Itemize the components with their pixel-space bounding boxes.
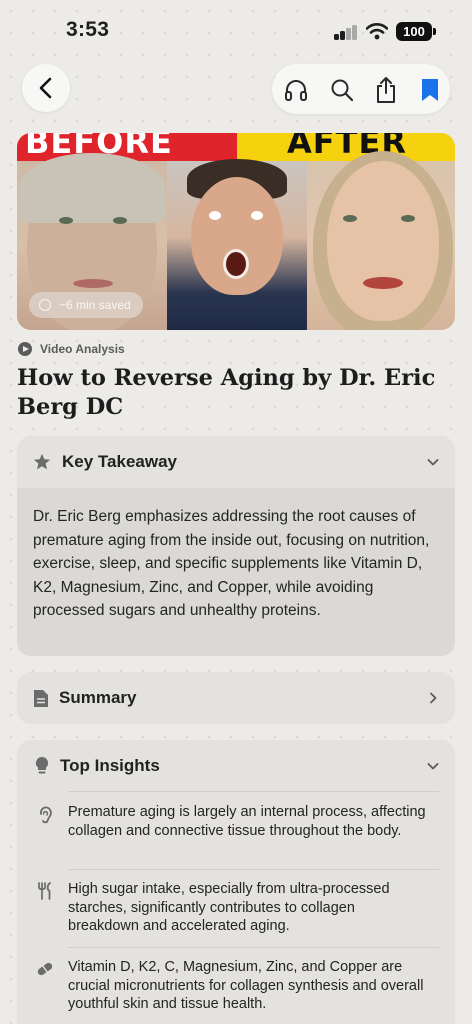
- chevron-down-icon: [427, 459, 439, 466]
- share-button[interactable]: [372, 76, 400, 104]
- star-icon: [33, 453, 51, 470]
- host-face-image: [167, 159, 307, 330]
- insight-text: High sugar intake, especially from ultra…: [68, 881, 390, 934]
- listen-button[interactable]: [282, 76, 310, 104]
- search-icon: [331, 79, 354, 102]
- play-icon: [18, 342, 32, 356]
- top-insights-header[interactable]: Top Insights: [17, 740, 455, 792]
- clock-icon: [39, 299, 51, 311]
- key-takeaway-body: Dr. Eric Berg emphasizes addressing the …: [17, 488, 455, 656]
- divider: [68, 947, 439, 948]
- battery-indicator: 100: [396, 22, 432, 41]
- action-toolbar: [272, 64, 450, 114]
- cellular-signal-icon: [334, 24, 358, 40]
- insight-item: Vitamin D, K2, C, Magnesium, Zinc, and C…: [17, 947, 455, 1024]
- document-icon: [34, 689, 48, 707]
- summary-title: Summary: [59, 688, 137, 707]
- time-saved-label: ~6 min saved: [59, 298, 131, 312]
- after-face-image: [307, 151, 455, 330]
- top-insights-card: Top Insights Premature aging is largely …: [17, 740, 455, 1024]
- chevron-down-icon: [427, 763, 439, 770]
- video-thumbnail[interactable]: BEFORE AFTER ~6 min saved: [17, 133, 455, 330]
- lightbulb-icon: [35, 756, 49, 774]
- bookmark-icon: [422, 79, 438, 101]
- time-saved-badge: ~6 min saved: [29, 292, 143, 318]
- utensils-icon: [38, 882, 51, 900]
- divider: [68, 869, 439, 870]
- content-type-text: Video Analysis: [40, 342, 125, 356]
- top-insights-title: Top Insights: [60, 756, 160, 775]
- insight-text: Premature aging is largely an internal p…: [68, 804, 426, 839]
- insight-item: Premature aging is largely an internal p…: [17, 791, 455, 869]
- page-title: How to Reverse Aging by Dr. Eric Berg DC: [17, 365, 436, 420]
- share-icon: [377, 77, 395, 103]
- battery-nub: [433, 28, 436, 35]
- divider: [68, 791, 439, 792]
- key-takeaway-title: Key Takeaway: [62, 452, 177, 471]
- summary-card[interactable]: Summary: [17, 672, 455, 724]
- chevron-right-icon: [430, 692, 437, 704]
- pill-icon: [37, 962, 53, 976]
- search-button[interactable]: [328, 76, 356, 104]
- status-bar: 3:53 100: [0, 0, 472, 62]
- bookmark-button[interactable]: [416, 76, 444, 104]
- back-button[interactable]: [22, 64, 70, 112]
- headphones-icon: [285, 80, 307, 101]
- status-time: 3:53: [66, 18, 110, 41]
- key-takeaway-header[interactable]: Key Takeaway: [17, 436, 455, 488]
- chevron-left-icon: [39, 77, 52, 99]
- wifi-icon: [366, 23, 388, 40]
- ear-icon: [40, 806, 52, 824]
- content-type-label: Video Analysis: [18, 341, 125, 357]
- insight-text: Vitamin D, K2, C, Magnesium, Zinc, and C…: [68, 959, 424, 1012]
- insight-item: High sugar intake, especially from ultra…: [17, 869, 455, 947]
- summary-header[interactable]: Summary: [17, 672, 455, 724]
